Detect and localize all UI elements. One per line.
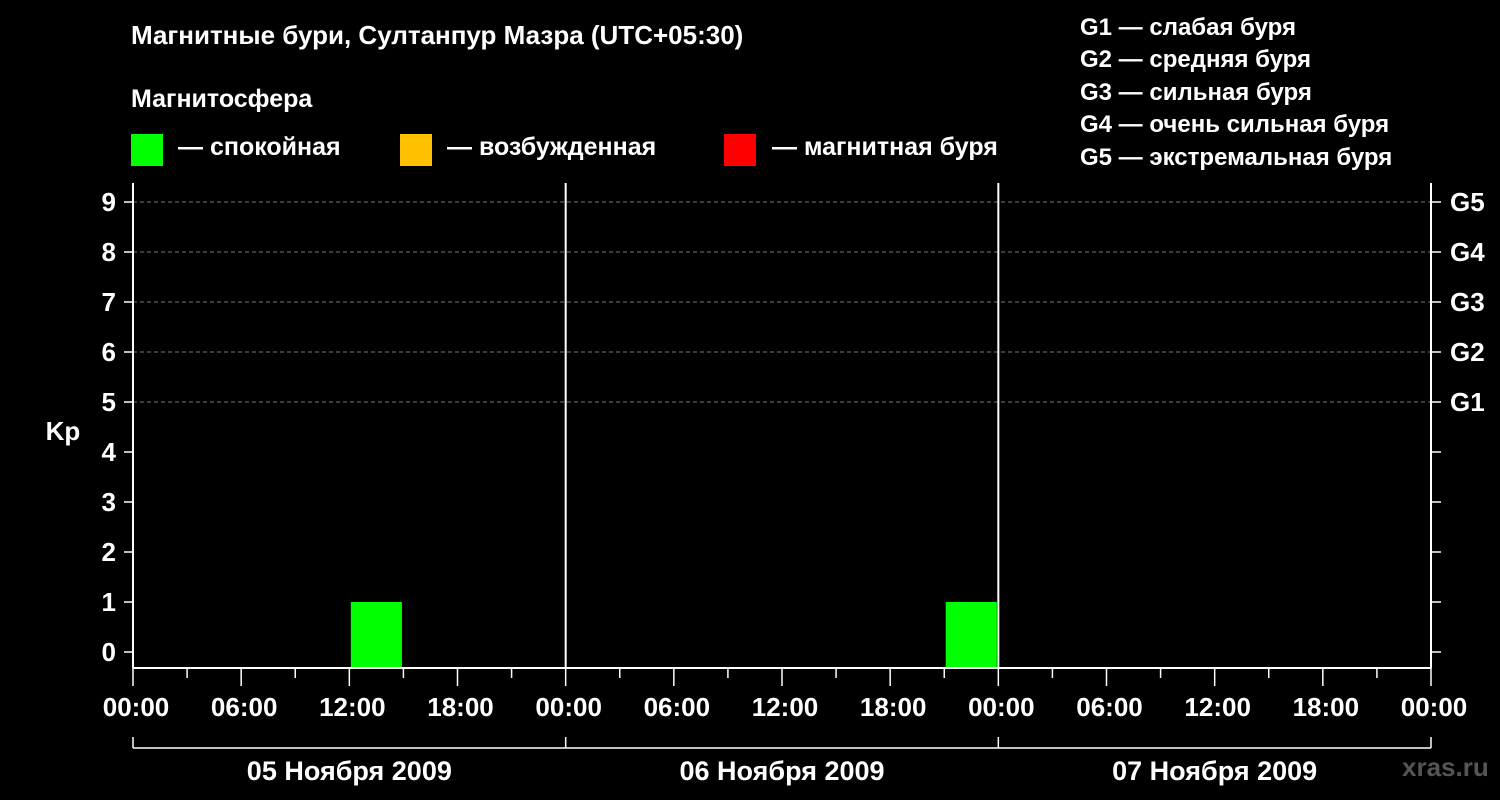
g-scale-label: G2: [1450, 337, 1485, 367]
y-tick-label: 8: [102, 237, 116, 267]
y-tick-label: 2: [102, 537, 116, 567]
y-axis-label: Kp: [46, 416, 81, 446]
y-tick-label: 4: [102, 437, 117, 467]
day-label: 06 Ноября 2009: [679, 756, 884, 786]
g-scale-label: G3: [1450, 287, 1485, 317]
x-tick-label: 00:00: [103, 692, 170, 722]
watermark: xras.ru: [1402, 752, 1489, 782]
y-tick-label: 6: [102, 337, 116, 367]
x-tick-label: 06:00: [211, 692, 278, 722]
y-tick-label: 7: [102, 287, 116, 317]
x-tick-label: 00:00: [535, 692, 602, 722]
kp-bar: [350, 602, 402, 668]
y-tick-label: 9: [102, 187, 116, 217]
y-tick-label: 1: [102, 587, 116, 617]
g-scale-label: G4: [1450, 237, 1485, 267]
x-tick-label: 12:00: [319, 692, 386, 722]
y-tick-label: 3: [102, 487, 116, 517]
g-scale-label: G1: [1450, 387, 1485, 417]
y-tick-label: 0: [102, 637, 116, 667]
x-tick-label: 18:00: [1293, 692, 1360, 722]
x-tick-label: 18:00: [427, 692, 494, 722]
x-tick-label: 06:00: [644, 692, 711, 722]
x-tick-label: 12:00: [1184, 692, 1251, 722]
x-tick-label: 00:00: [1401, 692, 1468, 722]
x-tick-label: 18:00: [860, 692, 927, 722]
day-label: 07 Ноября 2009: [1112, 756, 1317, 786]
y-tick-label: 5: [102, 387, 116, 417]
x-tick-label: 00:00: [968, 692, 1035, 722]
x-tick-label: 06:00: [1076, 692, 1143, 722]
kp-bar: [945, 602, 997, 668]
g-scale-label: G5: [1450, 187, 1485, 217]
kp-chart: 0 1 2 3 4 5 6 7 8 9 Kp G1 G2 G3 G4 G5 00:00 06:00 12:00 18:…: [46, 183, 1485, 786]
day-label: 05 Ноября 2009: [247, 756, 452, 786]
x-tick-label: 12:00: [752, 692, 819, 722]
